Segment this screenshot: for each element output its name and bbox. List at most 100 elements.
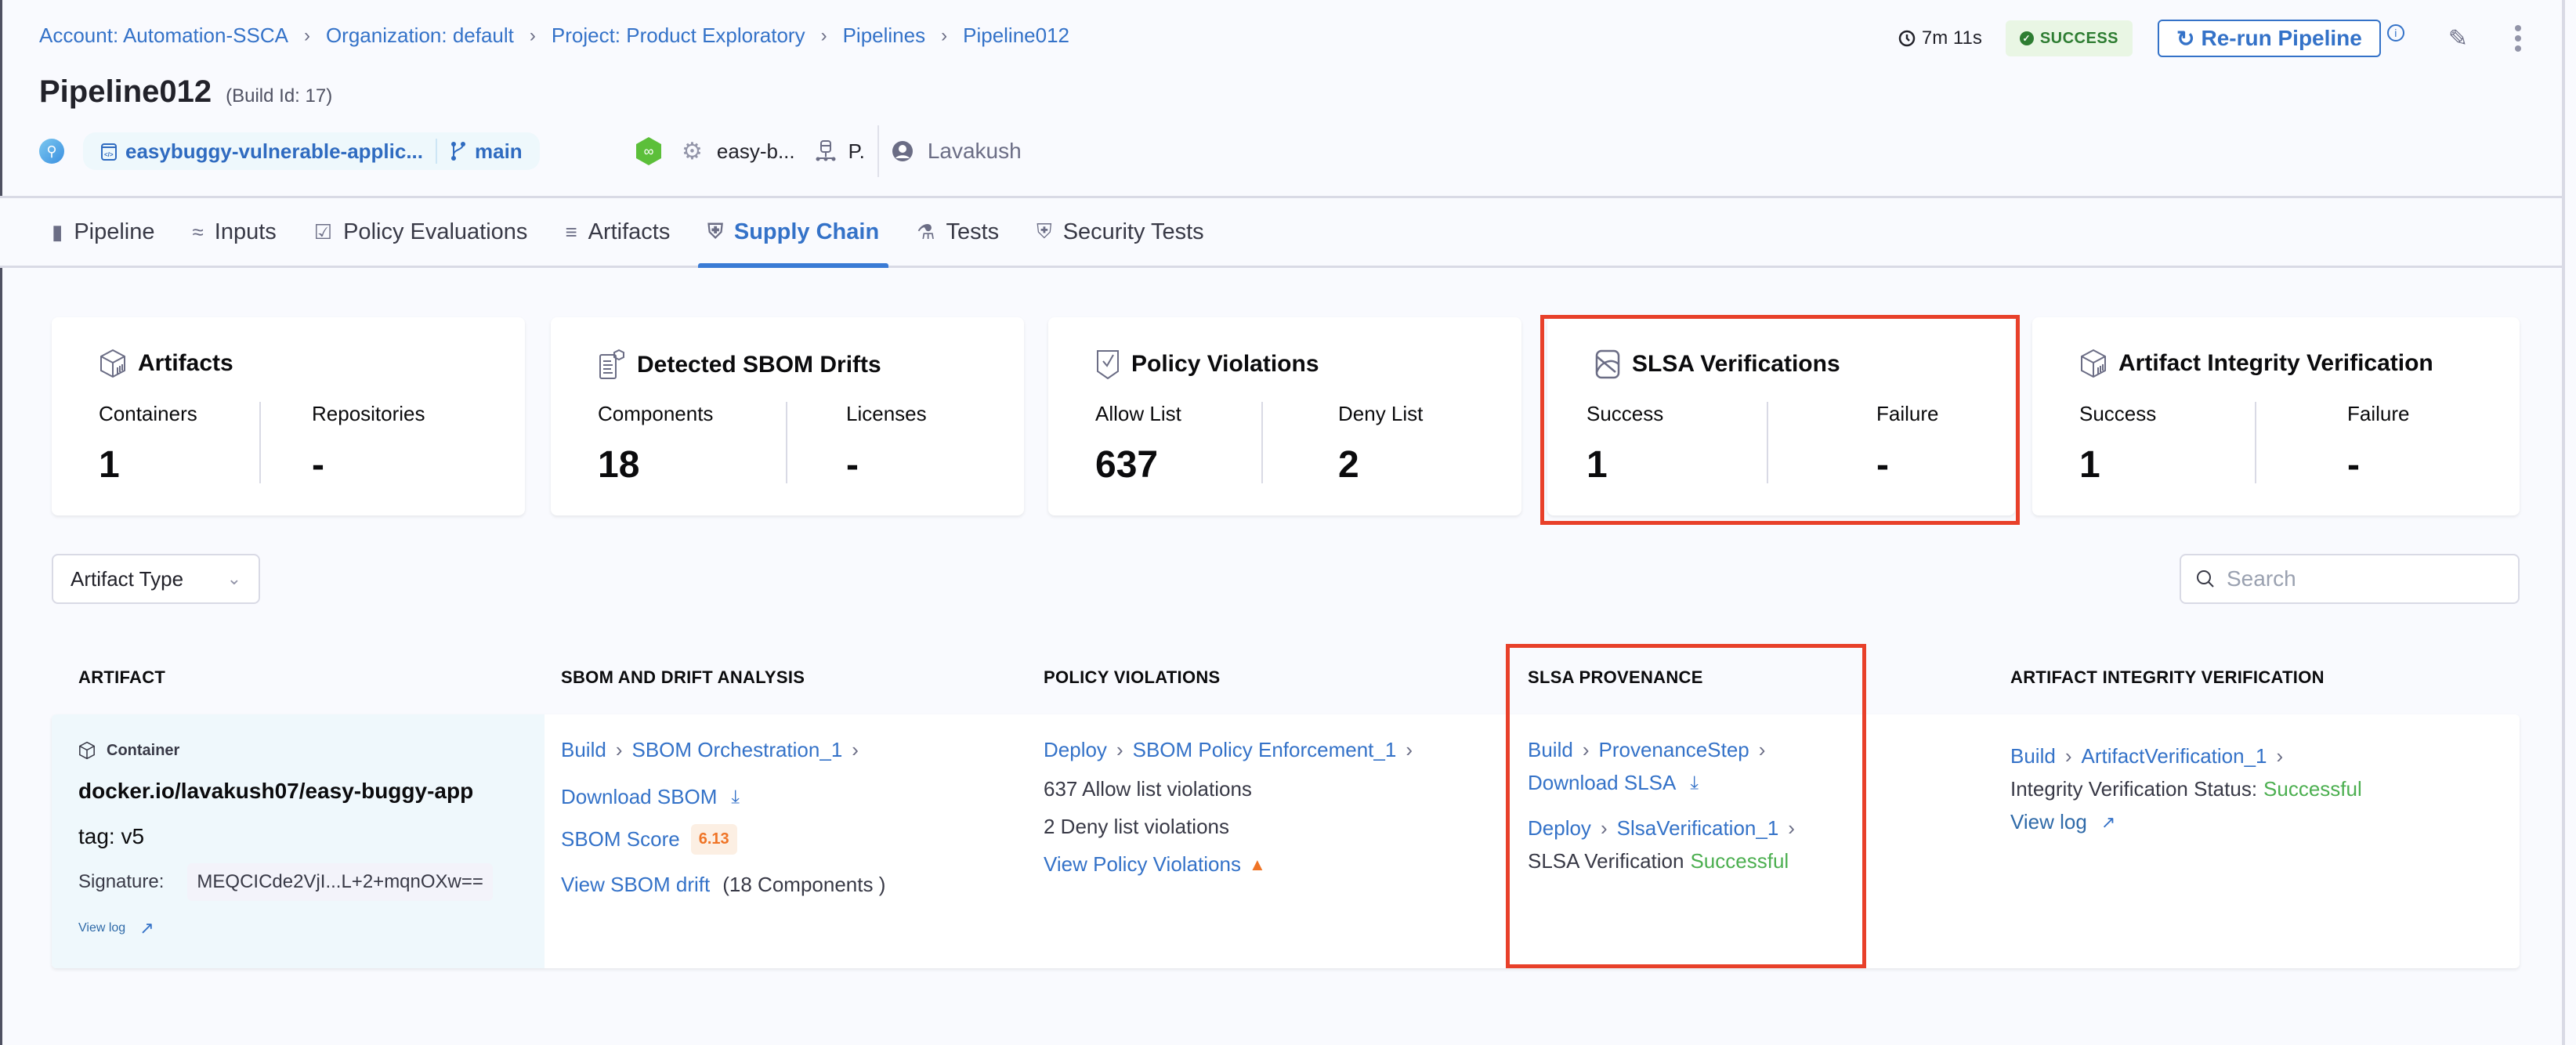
- slsa-verification-status: Successful: [1690, 849, 1789, 873]
- trigger-icon: ⚲: [39, 139, 64, 164]
- sbom-stage-link[interactable]: Build: [561, 738, 606, 762]
- download-sbom-link[interactable]: Download SBOM: [561, 785, 717, 809]
- artifact-name: docker.io/lavakush07/easy-buggy-app: [78, 779, 474, 803]
- vertical-scrollbar[interactable]: [2562, 0, 2576, 1045]
- slsa-icon: [1594, 349, 1621, 380]
- repository-icon: </>: [101, 143, 117, 161]
- integrity-view-log-link[interactable]: View log: [2010, 810, 2087, 834]
- slsa-verify-stage-link[interactable]: Deploy: [1528, 816, 1591, 841]
- integrity-stage-link[interactable]: Build: [2010, 744, 2056, 768]
- tab-policy-evaluations[interactable]: ☑ Policy Evaluations: [314, 198, 528, 266]
- sbom-step-link[interactable]: SBOM Orchestration_1: [632, 738, 843, 762]
- signature-label: Signature:: [78, 871, 165, 892]
- tab-artifacts[interactable]: ≡ Artifacts: [565, 198, 670, 266]
- artifact-type-select[interactable]: Artifact Type ⌄: [52, 554, 260, 604]
- artifact-cell: Container docker.io/lavakush07/easy-bugg…: [52, 714, 545, 968]
- stat-label: Failure: [2347, 402, 2410, 425]
- branch-icon: [451, 142, 465, 161]
- integrity-cell: Build › ArtifactVerification_1 › Integri…: [2010, 714, 2512, 968]
- breadcrumb: Account: Automation-SSCA › Organization:…: [39, 24, 1069, 48]
- header-actions: 7m 11s ✓ SUCCESS ↻ Re-run Pipeline i ✎: [1898, 19, 2521, 58]
- search-box[interactable]: [2180, 554, 2520, 604]
- card-policy-violations: Policy Violations Allow List 637 Deny Lis…: [1048, 317, 1521, 515]
- stat-value: -: [2347, 444, 2360, 486]
- download-icon[interactable]: ⤓: [1690, 772, 1699, 794]
- column-header-policy: POLICY VIOLATIONS: [1044, 667, 1221, 687]
- sbom-score-link[interactable]: SBOM Score: [561, 827, 680, 852]
- card-title: SLSA Verifications: [1632, 351, 1840, 377]
- slsa-cell: Build › ProvenanceStep › Download SLSA ⤓…: [1528, 714, 1888, 968]
- deploy-meta: ∞ ⚙ easy-b... P. Lavakush: [636, 125, 1022, 177]
- flask-icon: ⚗: [917, 219, 935, 244]
- chevron-right-icon: ›: [1116, 738, 1123, 761]
- integrity-status: Successful: [2263, 777, 2362, 801]
- container-icon: [79, 741, 95, 760]
- card-title: Artifacts: [138, 350, 233, 376]
- slsa-verify-step-link[interactable]: SlsaVerification_1: [1617, 816, 1779, 841]
- search-input[interactable]: [2227, 566, 2493, 591]
- artifact-view-log-link[interactable]: View log: [78, 921, 125, 935]
- rerun-pipeline-button[interactable]: ↻ Re-run Pipeline: [2158, 20, 2381, 57]
- cd-module-icon: ∞: [636, 137, 661, 165]
- external-link-icon[interactable]: ↗: [2101, 812, 2115, 833]
- infrastructure-icon: [816, 140, 836, 161]
- view-policy-violations-link[interactable]: View Policy Violations: [1044, 852, 1241, 877]
- slsa-stage-link[interactable]: Build: [1528, 738, 1573, 762]
- breadcrumb-pipeline[interactable]: Pipeline012: [963, 24, 1069, 48]
- tab-supply-chain[interactable]: ⛨ Supply Chain: [698, 198, 888, 268]
- breadcrumb-project[interactable]: Project: Product Exploratory: [552, 24, 805, 48]
- view-sbom-drift-link[interactable]: View SBOM drift: [561, 873, 710, 897]
- policy-step-link[interactable]: SBOM Policy Enforcement_1: [1133, 738, 1397, 762]
- download-icon[interactable]: ⤓: [731, 786, 740, 808]
- chevron-right-icon: ›: [2064, 744, 2072, 768]
- download-slsa-link[interactable]: Download SLSA: [1528, 771, 1676, 795]
- repo-chip[interactable]: </> easybuggy-vulnerable-applic... main: [83, 132, 540, 170]
- chevron-right-icon: ›: [1788, 816, 1795, 840]
- check-circle-icon: ✓: [2019, 31, 2034, 45]
- duration: 7m 11s: [1898, 27, 1982, 49]
- user-icon: [892, 141, 913, 161]
- breadcrumb-organization[interactable]: Organization: default: [326, 24, 514, 48]
- stat-value: 1: [1586, 444, 1608, 486]
- gear-icon: ⚙: [682, 138, 703, 165]
- svg-text:</>: </>: [104, 151, 114, 158]
- stat-label: Containers: [99, 402, 197, 425]
- chevron-right-icon: ›: [2276, 744, 2284, 768]
- stat-value: -: [846, 444, 859, 486]
- tab-pipeline[interactable]: ▮ Pipeline: [52, 198, 155, 266]
- column-header-slsa: SLSA PROVENANCE: [1528, 667, 1703, 687]
- info-icon[interactable]: i: [2386, 24, 2404, 42]
- repo-name[interactable]: easybuggy-vulnerable-applic...: [125, 139, 423, 164]
- tab-inputs[interactable]: ≈ Inputs: [193, 198, 277, 266]
- chevron-right-icon: ›: [820, 24, 827, 46]
- breadcrumb-pipelines[interactable]: Pipelines: [843, 24, 926, 48]
- chevron-right-icon: ›: [1406, 738, 1413, 761]
- tabs: ▮ Pipeline ≈ Inputs ☑ Policy Evaluations ≡ A…: [52, 198, 1242, 268]
- tab-tests[interactable]: ⚗ Tests: [917, 198, 999, 266]
- integrity-step-link[interactable]: ArtifactVerification_1: [2082, 744, 2267, 768]
- clock-icon: [1898, 30, 1916, 47]
- edit-icon[interactable]: ✎: [2448, 25, 2468, 52]
- card-artifact-integrity: Artifact Integrity Verification Success 1…: [2032, 317, 2520, 515]
- card-artifacts: Artifacts Containers 1 Repositories -: [52, 317, 525, 515]
- stat-label: Allow List: [1095, 402, 1181, 425]
- chevron-down-icon: ⌄: [226, 569, 241, 588]
- more-options-icon[interactable]: [2515, 25, 2521, 52]
- tab-label: Tests: [946, 219, 1000, 244]
- external-link-icon[interactable]: ↗: [139, 918, 154, 938]
- stat-value: 18: [598, 444, 640, 486]
- sbom-cell: Build › SBOM Orchestration_1 › Download …: [561, 714, 1031, 968]
- breadcrumb-account[interactable]: Account: Automation-SSCA: [39, 24, 288, 48]
- chevron-right-icon: ›: [303, 24, 310, 46]
- search-icon: [2197, 570, 2214, 588]
- deny-list-violations: 2 Deny list violations: [1044, 815, 1229, 838]
- slsa-step-link[interactable]: ProvenanceStep: [1599, 738, 1749, 762]
- policy-stage-link[interactable]: Deploy: [1044, 738, 1107, 762]
- security-shield-icon: ⛨: [1037, 219, 1052, 243]
- branch-name[interactable]: main: [475, 139, 523, 164]
- tab-security-tests[interactable]: ⛨ Security Tests: [1037, 198, 1204, 266]
- refresh-icon: ↻: [2176, 26, 2195, 51]
- sbom-document-icon: [598, 349, 626, 381]
- service-name: easy-b...: [716, 139, 795, 163]
- execution-meta: ⚲ </> easybuggy-vulnerable-applic... mai…: [39, 132, 540, 171]
